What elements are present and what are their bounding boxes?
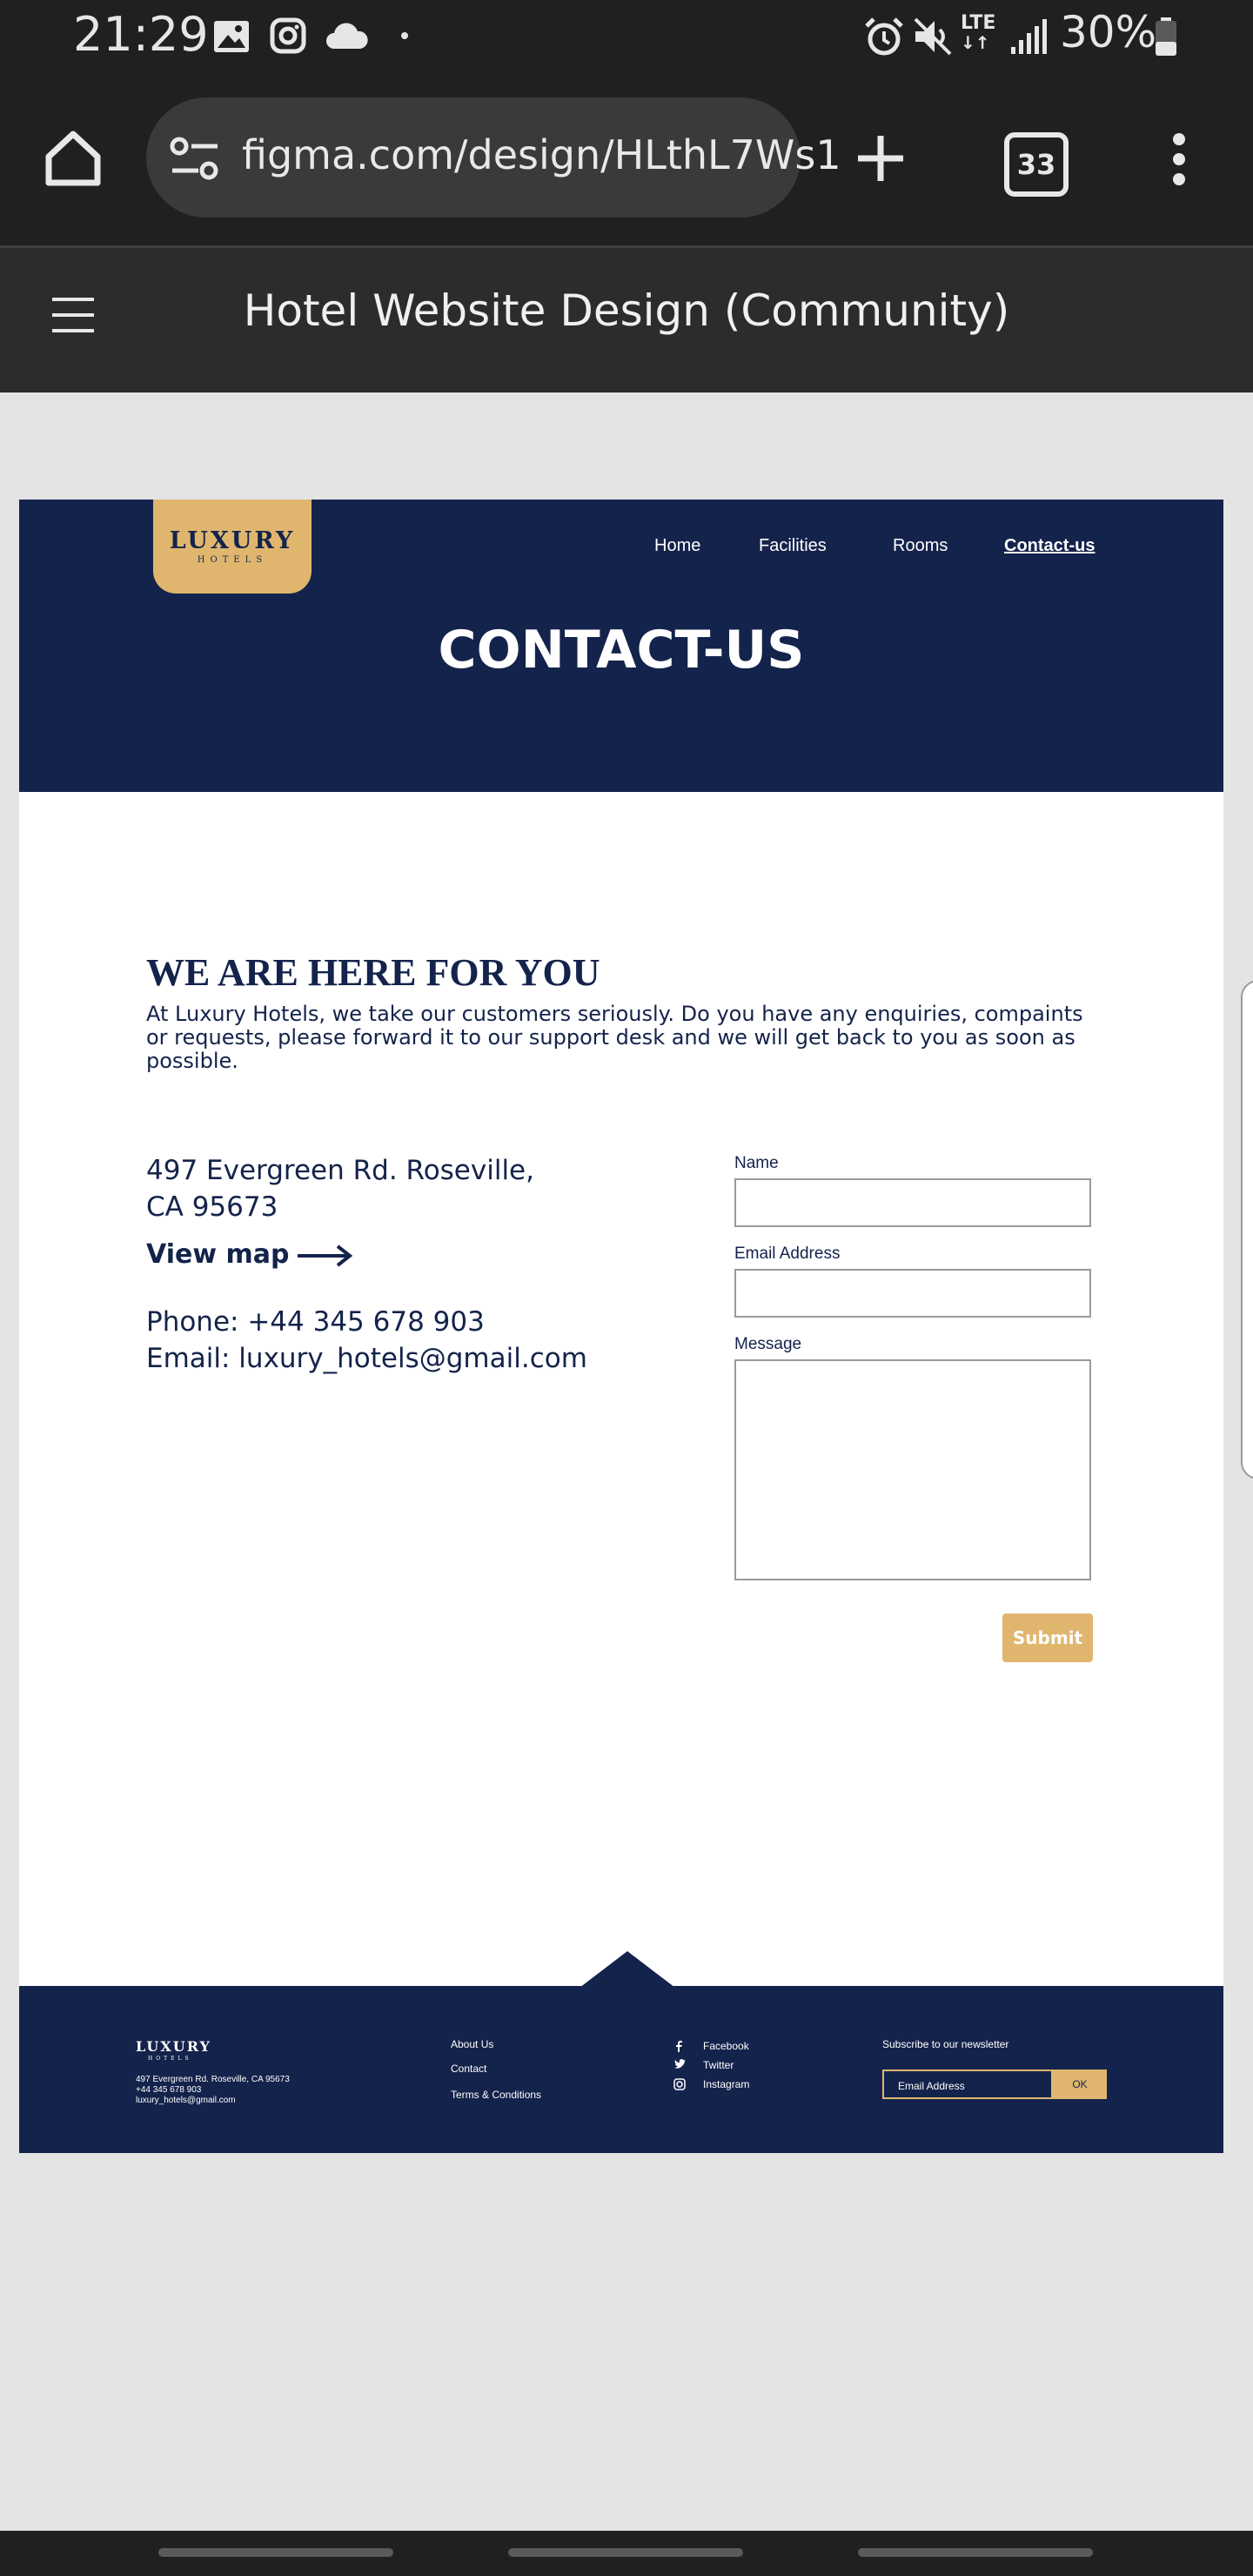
arrow-right-icon[interactable] bbox=[296, 1243, 353, 1269]
newsletter-ok-button[interactable]: OK bbox=[1053, 2070, 1107, 2099]
address-line-1: 497 Evergreen Rd. Roseville, bbox=[146, 1155, 534, 1186]
home-icon[interactable] bbox=[42, 127, 104, 190]
logo-sub-text: HOTELS bbox=[197, 555, 268, 565]
status-bar: 21:29 LTE ↓↑ 30% bbox=[0, 0, 1253, 75]
name-label: Name bbox=[734, 1154, 779, 1172]
footer-logo: LUXURY bbox=[136, 2038, 211, 2055]
facebook-icon[interactable] bbox=[673, 2040, 684, 2052]
message-textarea[interactable] bbox=[734, 1359, 1091, 1580]
nav-home[interactable]: Home bbox=[654, 536, 700, 556]
footer-link-terms[interactable]: Terms & Conditions bbox=[451, 2089, 541, 2101]
footer-email: luxury_hotels@gmail.com bbox=[136, 2096, 236, 2105]
cloud-icon bbox=[326, 23, 368, 49]
footer-instagram[interactable]: Instagram bbox=[703, 2078, 749, 2090]
lte-icon: LTE ↓↑ bbox=[961, 12, 996, 53]
message-label: Message bbox=[734, 1335, 802, 1353]
email-input[interactable] bbox=[734, 1269, 1091, 1318]
intro-paragraph: At Luxury Hotels, we take our customers … bbox=[146, 1002, 1083, 1073]
newsletter-email-input[interactable]: Email Address bbox=[882, 2070, 1053, 2099]
footer-logo-sub: HOTELS bbox=[148, 2056, 192, 2062]
footer-link-about[interactable]: About Us bbox=[451, 2038, 493, 2050]
email-label: Email Address bbox=[734, 1244, 841, 1263]
status-time: 21:29 bbox=[73, 7, 209, 62]
mute-icon bbox=[914, 17, 952, 56]
footer-notch bbox=[580, 1951, 675, 1988]
logo[interactable]: LUXURY HOTELS bbox=[153, 500, 312, 594]
email-text: Email: luxury_hotels@gmail.com bbox=[146, 1343, 587, 1374]
page-title: CONTACT-US bbox=[438, 620, 805, 681]
signal-icon bbox=[1011, 19, 1047, 54]
submit-button[interactable]: Submit bbox=[1002, 1613, 1093, 1662]
newsletter-title: Subscribe to our newsletter bbox=[882, 2038, 1009, 2050]
nav-contact-us[interactable]: Contact-us bbox=[1004, 536, 1095, 556]
tab-switcher-button[interactable]: 33 bbox=[1004, 132, 1069, 197]
nav-recents-button[interactable] bbox=[158, 2548, 393, 2557]
view-map-link[interactable]: View map bbox=[146, 1239, 289, 1270]
twitter-icon[interactable] bbox=[673, 2059, 686, 2070]
nav-facilities[interactable]: Facilities bbox=[759, 536, 827, 556]
url-text[interactable]: figma.com/design/HLthL7Ws1 bbox=[242, 131, 841, 178]
section-heading: WE ARE HERE FOR YOU bbox=[146, 951, 600, 994]
side-panel-handle[interactable] bbox=[1241, 980, 1253, 1479]
address-line-2: CA 95673 bbox=[146, 1191, 278, 1223]
file-title: Hotel Website Design (Community) bbox=[243, 285, 1010, 336]
footer-link-contact[interactable]: Contact bbox=[451, 2063, 486, 2075]
footer-phone: +44 345 678 903 bbox=[136, 2085, 202, 2095]
instagram-icon bbox=[270, 17, 306, 54]
battery-percent: 30% bbox=[1060, 7, 1157, 57]
footer-address: 497 Evergreen Rd. Roseville, CA 95673 bbox=[136, 2075, 290, 2084]
nav-rooms[interactable]: Rooms bbox=[893, 536, 948, 556]
footer-twitter[interactable]: Twitter bbox=[703, 2059, 734, 2071]
dot-icon bbox=[401, 32, 408, 39]
gallery-icon bbox=[214, 21, 249, 52]
nav-back-button[interactable] bbox=[858, 2548, 1093, 2557]
alarm-icon bbox=[865, 17, 903, 56]
instagram-icon[interactable] bbox=[673, 2078, 686, 2090]
phone-text: Phone: +44 345 678 903 bbox=[146, 1306, 485, 1338]
logo-main-text: LUXURY bbox=[169, 527, 296, 554]
nav-home-button[interactable] bbox=[508, 2548, 743, 2557]
menu-dots-icon[interactable] bbox=[1166, 131, 1192, 188]
name-input[interactable] bbox=[734, 1178, 1091, 1227]
plus-icon[interactable] bbox=[854, 132, 907, 184]
battery-icon bbox=[1156, 17, 1176, 56]
site-settings-icon[interactable] bbox=[169, 136, 221, 181]
footer-facebook[interactable]: Facebook bbox=[703, 2040, 749, 2052]
